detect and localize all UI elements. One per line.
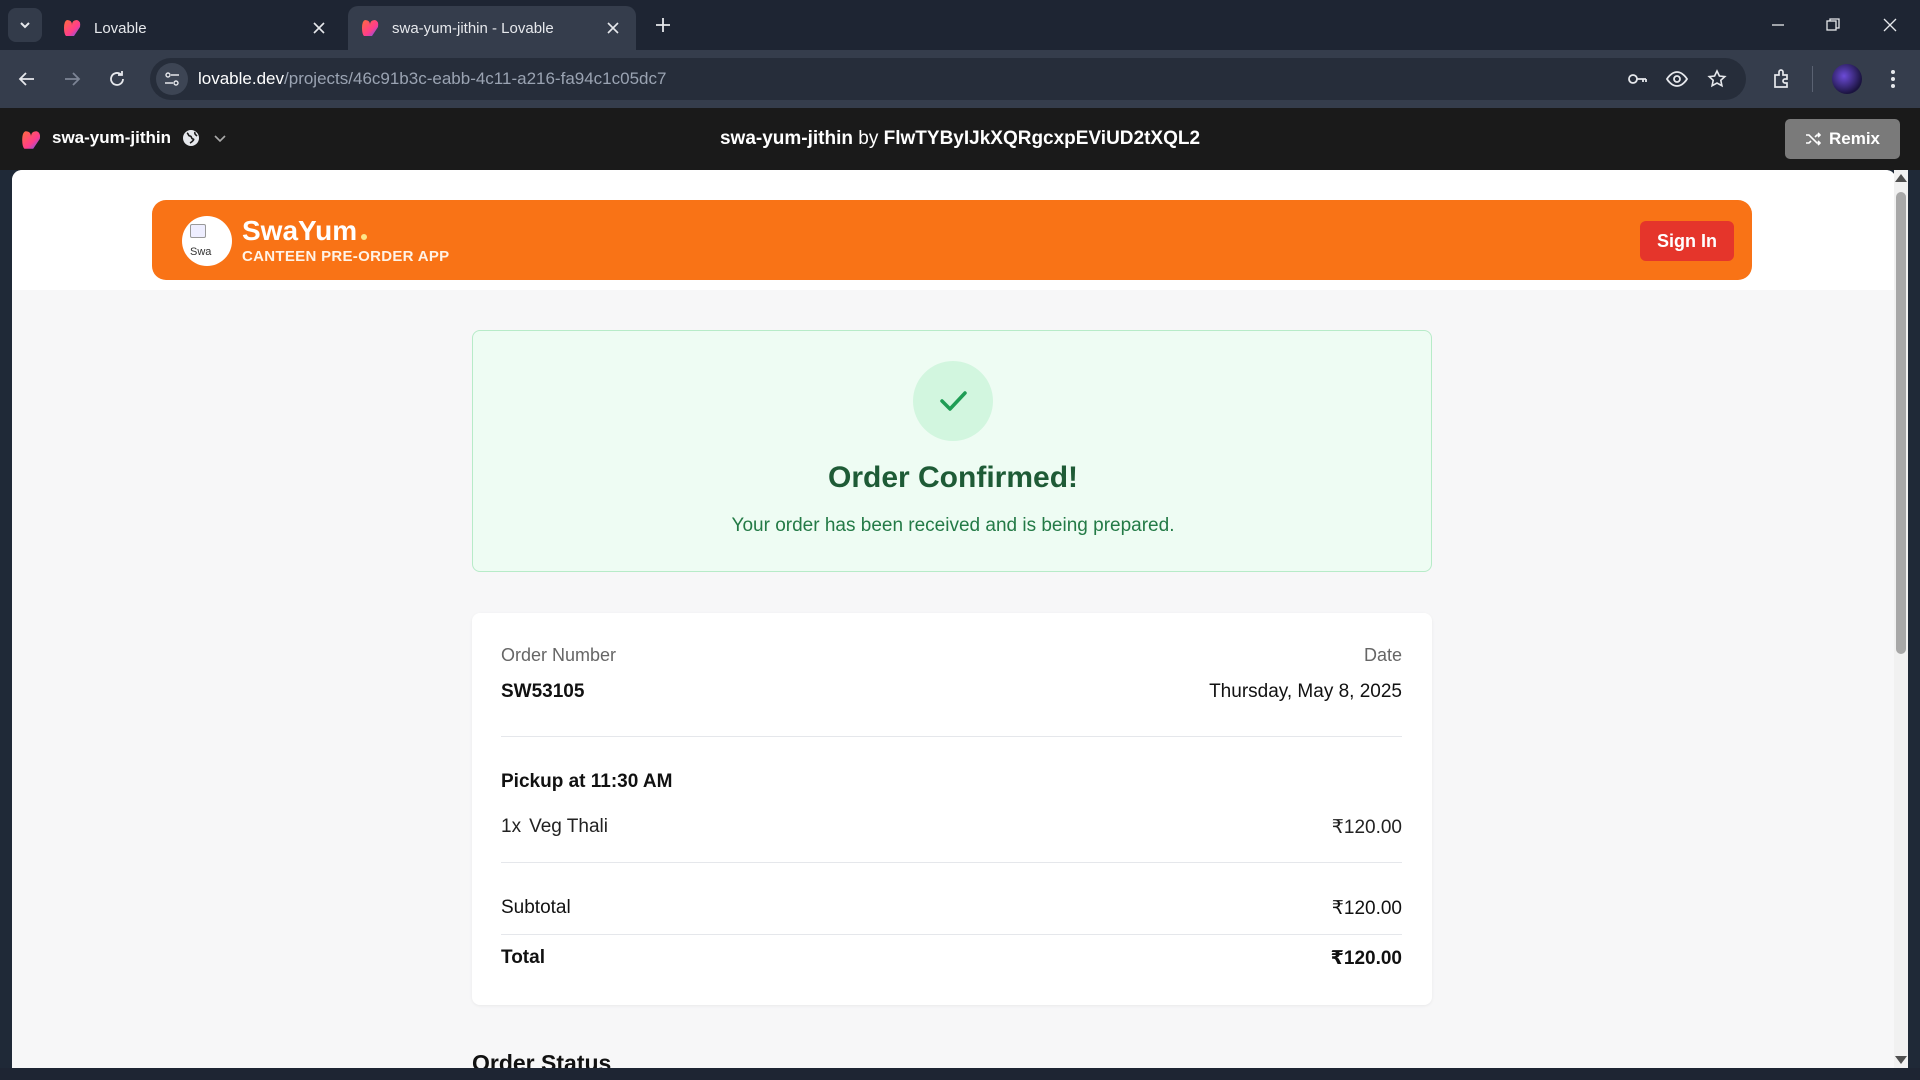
brand-dot [361,234,368,240]
forward-button[interactable] [57,64,87,94]
url-text: lovable.dev/projects/46c91b3c-eabb-4c11-… [198,69,666,89]
order-item-row: 1x Veg Thali ₹120.00 [501,816,1402,839]
minimize-button[interactable] [1760,10,1796,40]
site-info-button[interactable] [156,63,188,95]
confirmation-title: Order Confirmed! [827,461,1079,494]
app-logo[interactable]: Swa [182,216,232,266]
app-header: Swa SwaYum CANTEEN PRE-ORDER APP Sign In [152,200,1752,280]
order-date: Thursday, May 8, 2025 [1209,681,1402,702]
back-button[interactable] [12,64,42,94]
date-label: Date [1363,645,1402,665]
order-number-label: Order Number [501,645,617,665]
owner-id: FlwTYByIJkXQRgcxpEViUD2tXQL2 [883,128,1201,149]
toolbar-separator [1812,66,1813,92]
item-name: Veg Thali [529,816,608,837]
confirmation-subtitle: Your order has been received and is bein… [731,515,1175,536]
subtotal-value: ₹120.00 [1331,898,1402,919]
remix-button[interactable]: Remix [1785,119,1900,159]
restore-icon [1826,18,1840,31]
profile-avatar[interactable] [1832,64,1862,94]
more-menu-icon[interactable] [1878,64,1908,94]
check-icon [940,391,967,411]
browser-tab-strip: Lovable swa-yum-jithin - Lovable [0,0,1920,50]
arrow-right-icon [65,72,81,86]
divider [501,736,1402,737]
browser-tab-lovable[interactable]: Lovable [50,6,342,50]
window-bottom-edge [0,1068,1920,1080]
item-price: ₹120.00 [1331,817,1402,838]
divider [501,862,1402,863]
brand-name[interactable]: SwaYum [242,217,368,245]
divider [501,934,1402,935]
new-tab-button[interactable] [650,12,676,38]
total-value: ₹120.00 [1330,948,1402,969]
tab-search-button[interactable] [8,8,42,42]
extensions-puzzle-icon[interactable] [1767,64,1797,94]
page-scrollbar[interactable] [1894,170,1908,1068]
lovable-favicon-icon [362,20,379,36]
url-host: lovable.dev [198,69,285,88]
brand-tagline: CANTEEN PRE-ORDER APP [242,248,450,265]
reload-icon [110,71,124,86]
tab-title: swa-yum-jithin - Lovable [392,19,554,37]
order-confirmed-card: Order Confirmed! Your order has been rec… [472,330,1432,572]
lovable-favicon-icon [64,20,81,36]
plus-icon [656,18,670,32]
close-window-button[interactable] [1872,10,1908,40]
password-key-icon[interactable] [1622,64,1652,94]
close-tab-icon[interactable] [602,17,624,39]
item-qty: 1x [501,816,522,837]
scroll-up-arrow-icon[interactable] [1895,174,1907,182]
tune-icon [165,72,179,86]
center-project-name: swa-yum-jithin [719,128,853,149]
broken-image-icon [190,224,206,238]
order-status-heading: Order Status [472,1050,612,1068]
order-details-card: Order Number Date SW53105 Thursday, May … [472,613,1432,1005]
close-tab-icon[interactable] [308,17,330,39]
shuffle-icon [1805,132,1821,146]
eye-icon[interactable] [1662,64,1692,94]
scrollbar-thumb[interactable] [1896,192,1906,654]
bookmark-star-icon[interactable] [1702,64,1732,94]
tab-title: Lovable [94,19,147,37]
by-label: by [858,128,879,149]
subtotal-label: Subtotal [501,897,571,918]
lovable-project-bar: swa-yum-jithin swa-yum-jithin by FlwTYBy… [0,108,1920,170]
url-path: /projects/46c91b3c-eabb-4c11-a216-fa94c1… [284,69,667,88]
close-icon [1883,18,1897,32]
arrow-left-icon [18,72,34,86]
pickup-time: Pickup at 11:30 AM [501,771,673,792]
chevron-down-icon [20,22,30,29]
project-owner-title: swa-yum-jithin by FlwTYByIJkXQRgcxpEViUD… [0,128,1920,150]
app-preview-viewport: Swa SwaYum CANTEEN PRE-ORDER APP Sign In… [12,170,1896,1068]
address-bar[interactable]: lovable.dev/projects/46c91b3c-eabb-4c11-… [150,58,1746,100]
restore-button[interactable] [1815,10,1851,40]
reload-button[interactable] [102,64,132,94]
total-label: Total [501,947,545,968]
browser-toolbar: lovable.dev/projects/46c91b3c-eabb-4c11-… [0,50,1920,108]
browser-tab-swa-yum[interactable]: swa-yum-jithin - Lovable [348,6,636,50]
order-number: SW53105 [501,681,585,702]
total-row: Total ₹120.00 [501,947,1402,970]
minimize-icon [1772,24,1784,26]
logo-alt-text: Swa [190,246,212,258]
subtotal-row: Subtotal ₹120.00 [501,897,1402,920]
remix-label: Remix [1828,129,1881,148]
item-desc: 1x Veg Thali [501,816,608,839]
success-check-badge [913,361,993,441]
scroll-down-arrow-icon[interactable] [1895,1056,1907,1064]
sign-in-button[interactable]: Sign In [1640,221,1734,261]
